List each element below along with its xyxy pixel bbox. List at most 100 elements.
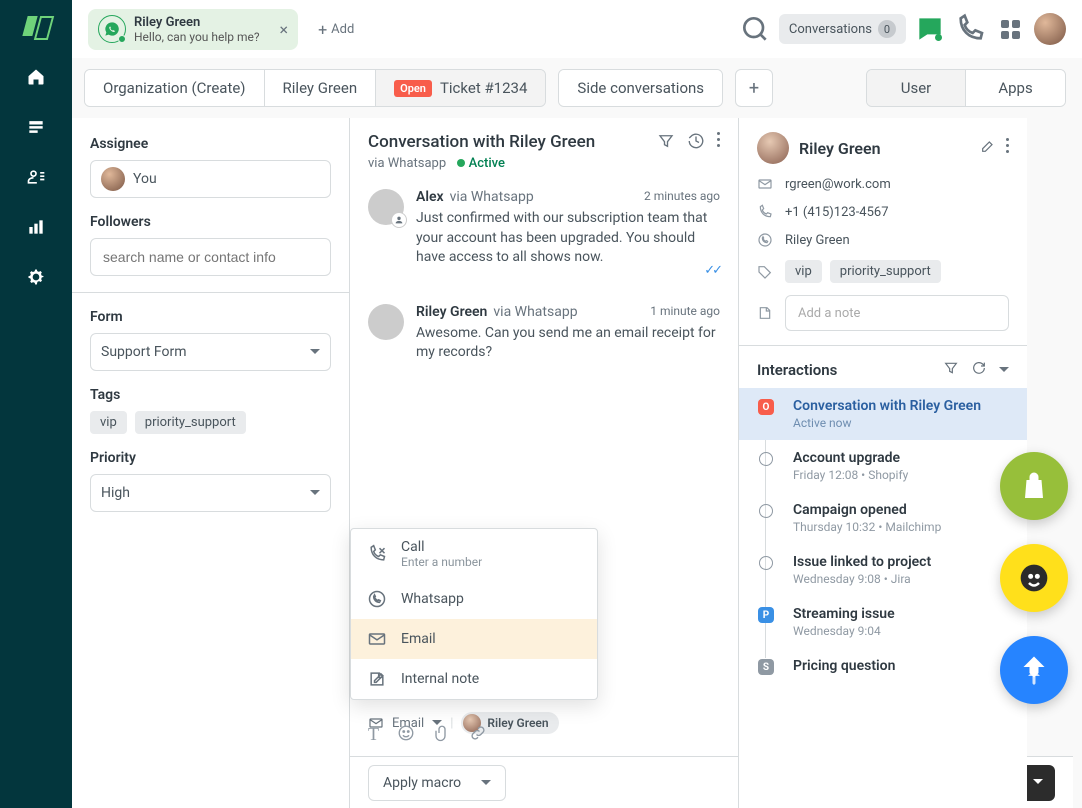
- apply-macro-button[interactable]: Apply macro: [368, 765, 506, 801]
- conversations-button[interactable]: Conversations 0: [779, 14, 906, 44]
- tab-user[interactable]: User: [867, 70, 966, 106]
- solved-ticket-icon: S: [758, 659, 774, 675]
- message-text: Just confirmed with our subscription tea…: [416, 209, 720, 268]
- edit-icon[interactable]: [980, 138, 996, 158]
- apps-grid-icon[interactable]: [994, 13, 1026, 45]
- add-note-input[interactable]: Add a note: [785, 295, 1009, 331]
- search-icon[interactable]: [739, 13, 771, 45]
- context-panel: Riley Green rgreen@work.com +1 (415)123-…: [738, 118, 1027, 808]
- tab-ticket[interactable]: Open Ticket #1234: [376, 70, 545, 106]
- conversation-panel: Conversation with Riley Green via Whatsa…: [350, 118, 738, 808]
- user-email: rgreen@work.com: [785, 177, 891, 192]
- filter-icon[interactable]: [657, 132, 675, 154]
- conversation-title: Conversation with Riley Green: [368, 132, 595, 152]
- tags-label: Tags: [90, 387, 331, 403]
- interaction-item[interactable]: Issue linked to projectWednesday 9:08 • …: [757, 544, 1009, 596]
- event-dot-icon: [759, 556, 773, 570]
- mailchimp-integration-button[interactable]: [1000, 544, 1068, 612]
- global-nav: [0, 0, 72, 808]
- interaction-item[interactable]: Campaign openedThursday 10:32 • Mailchim…: [757, 492, 1009, 544]
- text-format-icon[interactable]: T: [368, 724, 379, 746]
- tag-item[interactable]: vip: [785, 260, 822, 283]
- more-icon[interactable]: [1006, 138, 1009, 158]
- priority-select[interactable]: High: [90, 474, 331, 512]
- attachment-icon[interactable]: [433, 724, 451, 746]
- interaction-item[interactable]: O Conversation with Riley GreenActive no…: [739, 388, 1027, 440]
- tab-subtitle: Hello, can you help me?: [134, 30, 260, 44]
- tab-organization[interactable]: Organization (Create): [85, 70, 265, 106]
- interactions-timeline: O Conversation with Riley GreenActive no…: [757, 388, 1009, 686]
- add-tab-button[interactable]: +Add: [306, 20, 366, 39]
- tag-icon: [757, 264, 773, 280]
- user-phone: +1 (415)123-4567: [785, 205, 889, 220]
- channel-option-call[interactable]: CallEnter a number: [351, 529, 597, 579]
- email-icon: [757, 176, 773, 192]
- tag-item[interactable]: priority_support: [135, 411, 246, 434]
- user-avatar: [757, 132, 789, 164]
- chevron-down-icon[interactable]: [999, 367, 1009, 377]
- reporting-icon[interactable]: [25, 216, 47, 238]
- tag-item[interactable]: vip: [90, 411, 127, 434]
- home-icon[interactable]: [25, 66, 47, 88]
- agent-badge-icon: [391, 212, 407, 228]
- followers-field[interactable]: [101, 248, 320, 266]
- assignee-select[interactable]: You: [90, 160, 331, 198]
- refresh-icon[interactable]: [971, 360, 987, 380]
- assignee-avatar: [101, 167, 125, 191]
- link-icon[interactable]: [469, 724, 487, 746]
- message-text: Awesome. Can you send me an email receip…: [416, 324, 720, 363]
- filter-icon[interactable]: [943, 360, 959, 380]
- followers-input[interactable]: [90, 238, 331, 276]
- history-icon[interactable]: [687, 132, 705, 154]
- tab-side-conversations[interactable]: Side conversations: [559, 70, 722, 106]
- priority-label: Priority: [90, 450, 331, 466]
- pending-ticket-icon: P: [758, 607, 774, 623]
- message-channel: via Whatsapp: [450, 189, 534, 205]
- top-bar: Riley Green Hello, can you help me? × +A…: [72, 0, 1082, 58]
- tab-apps[interactable]: Apps: [966, 70, 1065, 106]
- followers-label: Followers: [90, 214, 331, 230]
- message: Riley Green via Whatsapp 1 minute ago Aw…: [350, 294, 738, 373]
- message-channel: via Whatsapp: [493, 304, 577, 320]
- message: Alex via Whatsapp 2 minutes ago Just con…: [350, 179, 738, 286]
- conversation-tab[interactable]: Riley Green Hello, can you help me? ×: [88, 9, 298, 50]
- call-icon[interactable]: [954, 13, 986, 45]
- conversations-count: 0: [878, 20, 896, 38]
- chevron-down-icon: [310, 349, 320, 359]
- message-avatar: [368, 304, 404, 340]
- views-icon[interactable]: [25, 116, 47, 138]
- message-author: Riley Green: [416, 304, 487, 320]
- logo-icon: [25, 16, 47, 38]
- tag-item[interactable]: priority_support: [830, 260, 941, 283]
- channel-picker-menu: CallEnter a number Whatsapp Email Intern…: [350, 528, 598, 700]
- shopify-integration-button[interactable]: [1000, 452, 1068, 520]
- phone-icon: [757, 204, 773, 220]
- form-select[interactable]: Support Form: [90, 333, 331, 371]
- tab-contact[interactable]: Riley Green: [265, 70, 377, 106]
- channel-option-email[interactable]: Email: [351, 619, 597, 659]
- customers-icon[interactable]: [25, 166, 47, 188]
- channel-option-note[interactable]: Internal note: [351, 659, 597, 699]
- close-tab-icon[interactable]: ×: [280, 20, 289, 39]
- context-tabs: Organization (Create) Riley Green Open T…: [84, 66, 1066, 110]
- ticket-status-badge: Open: [394, 80, 432, 97]
- conversation-header: Conversation with Riley Green via Whatsa…: [350, 118, 738, 179]
- current-user-avatar[interactable]: [1034, 13, 1066, 45]
- interaction-item[interactable]: P Streaming issueWednesday 9:04: [757, 596, 1009, 648]
- tab-title: Riley Green: [134, 15, 260, 30]
- settings-icon[interactable]: [25, 266, 47, 288]
- message-avatar: [368, 189, 404, 225]
- chat-icon[interactable]: [914, 13, 946, 45]
- add-side-conv-button[interactable]: +: [735, 69, 773, 107]
- read-receipt-icon: ✓✓: [704, 262, 720, 280]
- chevron-down-icon: [310, 490, 320, 500]
- chevron-down-icon: [481, 780, 491, 790]
- emoji-icon[interactable]: [397, 724, 415, 746]
- interaction-item[interactable]: Account upgradeFriday 12:08 • Shopify: [757, 440, 1009, 492]
- more-icon[interactable]: [717, 132, 720, 154]
- jira-integration-button[interactable]: [1000, 636, 1068, 704]
- channel-option-whatsapp[interactable]: Whatsapp: [351, 579, 597, 619]
- interactions-section: Interactions O Conversation with Riley G…: [739, 346, 1027, 700]
- assignee-label: Assignee: [90, 136, 331, 152]
- interaction-item[interactable]: S Pricing question: [757, 648, 1009, 686]
